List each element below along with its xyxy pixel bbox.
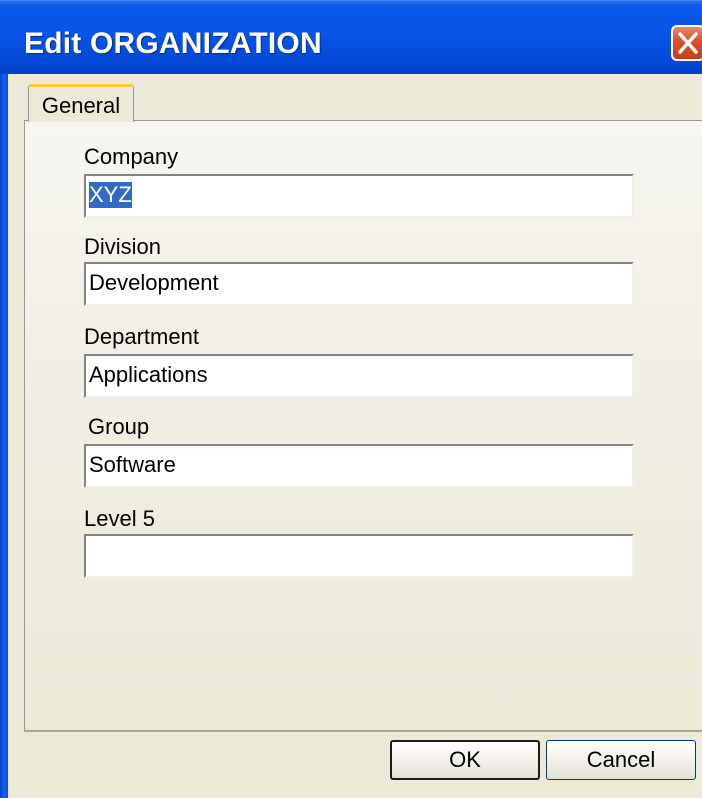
- division-label: Division: [84, 234, 162, 259]
- ok-button[interactable]: OK: [390, 740, 540, 780]
- group-label: Group: [88, 414, 150, 439]
- group-field[interactable]: Software: [84, 444, 634, 488]
- cancel-button[interactable]: Cancel: [546, 740, 696, 780]
- tab-general[interactable]: General: [28, 84, 134, 122]
- close-icon: [678, 32, 698, 54]
- department-value: Applications: [89, 362, 208, 387]
- level-5-label: Level 5: [84, 506, 155, 531]
- tab-general-label: General: [41, 93, 121, 118]
- window-title: Edit ORGANIZATION: [24, 27, 322, 60]
- division-value: Development: [89, 270, 219, 295]
- close-button[interactable]: [671, 25, 702, 61]
- group-value: Software: [89, 452, 176, 477]
- company-field[interactable]: XYZ: [84, 174, 634, 218]
- level-5-field[interactable]: [84, 534, 634, 578]
- department-label: Department: [84, 324, 199, 349]
- company-value: XYZ: [89, 182, 132, 208]
- company-label: Company: [84, 144, 179, 169]
- edit-organization-dialog: Edit ORGANIZATION General Company XYZ Di…: [0, 0, 702, 798]
- department-field[interactable]: Applications: [84, 354, 634, 398]
- window-frame-left: [0, 74, 8, 798]
- title-bar[interactable]: Edit ORGANIZATION: [0, 0, 702, 74]
- division-field[interactable]: Development: [84, 262, 634, 306]
